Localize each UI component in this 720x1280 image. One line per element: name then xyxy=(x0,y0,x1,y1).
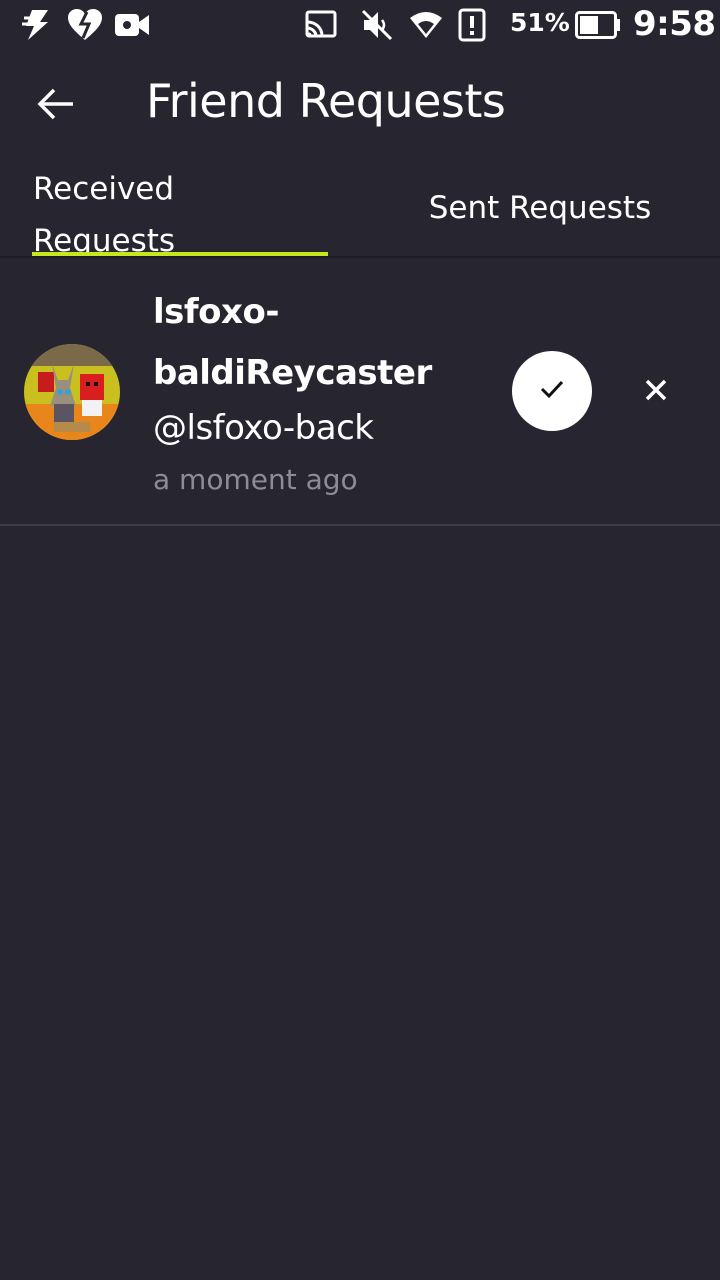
clock: 9:58 xyxy=(633,4,716,44)
wifi-icon xyxy=(409,8,443,46)
close-icon xyxy=(644,378,668,406)
user-name: lsfoxo-baldiReycaster xyxy=(153,292,432,393)
battery-icon xyxy=(575,11,621,43)
alert-icon xyxy=(458,8,486,46)
list-item: lsfoxo-baldiReycaster @lsfoxo-back a mom… xyxy=(0,258,720,525)
page-title: Friend Requests xyxy=(146,74,506,128)
avatar[interactable] xyxy=(24,344,120,440)
check-icon xyxy=(539,379,565,403)
divider xyxy=(0,524,720,526)
request-timestamp: a moment ago xyxy=(153,463,358,496)
accept-request-button[interactable] xyxy=(512,351,592,431)
status-bar: 51% 9:58 xyxy=(0,0,720,52)
cast-icon xyxy=(304,8,338,46)
tab-sent-requests[interactable]: Sent Requests xyxy=(380,163,700,253)
arrow-left-icon xyxy=(37,88,75,124)
decline-request-button[interactable] xyxy=(630,366,682,418)
tab-label: Sent Requests xyxy=(428,190,652,226)
video-camera-icon xyxy=(114,8,150,46)
user-handle: @lsfoxo-back xyxy=(153,408,374,448)
tab-received-requests[interactable]: Received Requests xyxy=(33,163,328,259)
flash-icon xyxy=(20,8,54,46)
mute-icon xyxy=(360,8,394,46)
back-button[interactable] xyxy=(30,80,82,132)
heart-icon xyxy=(67,8,103,46)
app-screen: 51% 9:58 Friend Requests Received Reques… xyxy=(0,0,720,1280)
battery-percent: 51% xyxy=(510,8,570,37)
